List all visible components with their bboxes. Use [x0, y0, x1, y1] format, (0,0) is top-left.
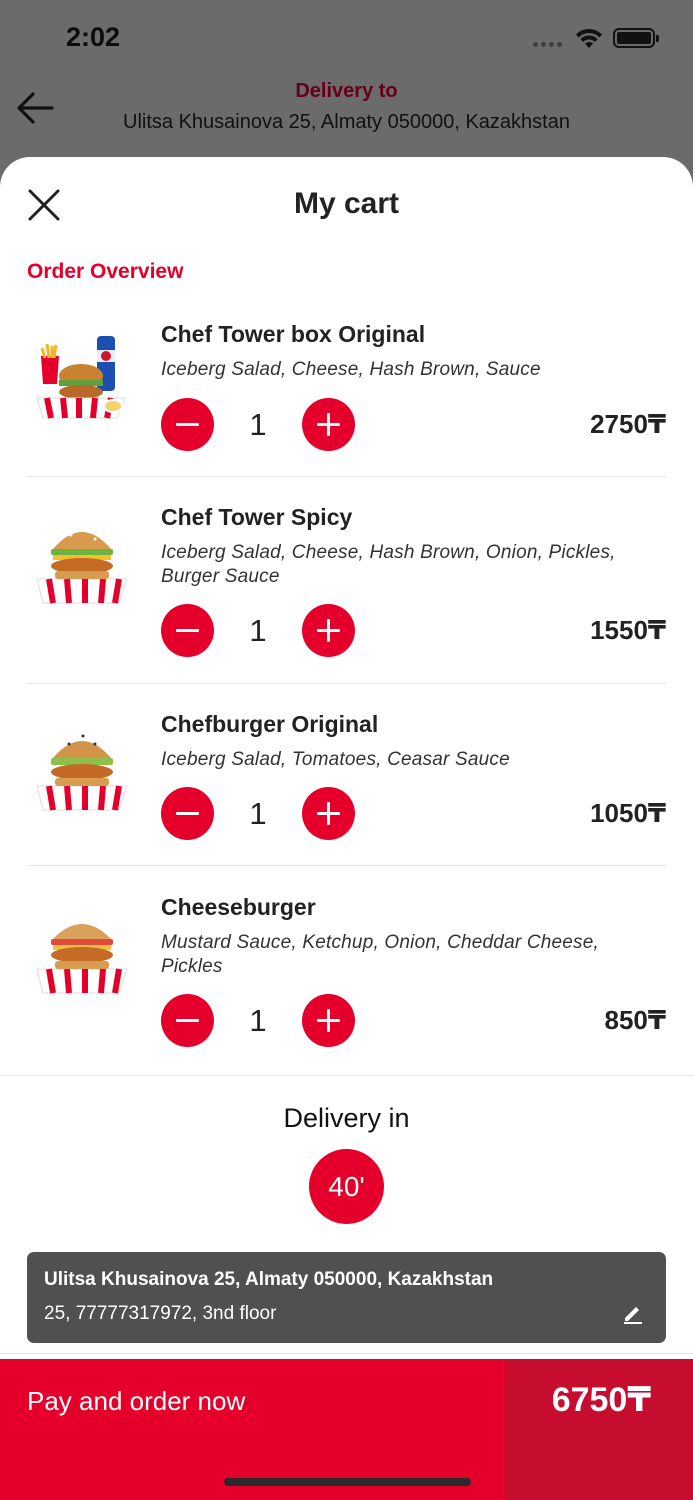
delivery-to-label: Delivery to: [295, 80, 398, 102]
home-indicator[interactable]: [224, 1478, 471, 1486]
wifi-icon: [576, 28, 602, 48]
item-name: Chefburger Original: [161, 711, 379, 737]
pay-button-label: Pay and order now: [27, 1386, 246, 1416]
cart-item: Chef Tower Spicy Iceberg Salad, Cheese, …: [27, 504, 666, 657]
increase-quantity-button[interactable]: [302, 787, 355, 840]
item-description: Iceberg Salad, Tomatoes, Ceasar Sauce: [161, 749, 510, 770]
item-price: 2750₸: [590, 409, 666, 439]
cellular-signal-icon: [533, 42, 562, 47]
item-divider: [27, 865, 666, 866]
item-quantity: 1: [249, 406, 267, 442]
status-bar: 2:02: [0, 0, 693, 78]
decrease-quantity-button[interactable]: [161, 398, 214, 451]
increase-quantity-button[interactable]: [302, 604, 355, 657]
delivery-address-details: 25, 77777317972, 3nd floor: [44, 1303, 277, 1324]
order-total-box: 6750₸: [505, 1359, 693, 1500]
status-time: 2:02: [66, 22, 121, 52]
battery-icon: [613, 28, 659, 48]
increase-quantity-button[interactable]: [302, 994, 355, 1047]
item-price: 1050₸: [590, 798, 666, 828]
quantity-stepper: 1: [161, 398, 355, 451]
decrease-quantity-button[interactable]: [161, 994, 214, 1047]
decrease-quantity-button[interactable]: [161, 787, 214, 840]
cart-item: Chefburger Original Iceberg Salad, Tomat…: [27, 711, 666, 841]
item-price: 850₸: [604, 1005, 666, 1035]
combo-box-meal-icon: [36, 336, 126, 419]
item-name: Chef Tower box Original: [161, 321, 426, 347]
quantity-stepper: 1: [161, 994, 355, 1047]
item-name: Cheeseburger: [161, 894, 316, 920]
burger-icon: [36, 924, 128, 994]
pencil-edit-icon[interactable]: [622, 1302, 644, 1324]
item-description: Iceberg Salad, Cheese, Hash Brown, Onion…: [161, 542, 616, 587]
section-divider: [0, 1353, 693, 1354]
item-description: Iceberg Salad, Cheese, Hash Brown, Sauce: [161, 359, 541, 380]
quantity-stepper: 1: [161, 604, 355, 657]
header-address[interactable]: Ulitsa Khusainova 25, Almaty 050000, Kaz…: [0, 111, 693, 134]
item-quantity: 1: [249, 1002, 267, 1038]
order-total: 6750₸: [551, 1381, 651, 1419]
delivery-address-card[interactable]: Ulitsa Khusainova 25, Almaty 050000, Kaz…: [27, 1252, 666, 1343]
delivery-in-label: Delivery in: [283, 1103, 410, 1133]
burger-icon: [36, 734, 128, 811]
item-divider: [27, 476, 666, 477]
burger-icon: [36, 527, 128, 604]
delivery-address: Ulitsa Khusainova 25, Almaty 050000, Kaz…: [44, 1269, 494, 1290]
item-divider: [27, 683, 666, 684]
cart-item: Chef Tower box Original Iceberg Salad, C…: [27, 321, 666, 451]
item-quantity: 1: [249, 795, 267, 831]
increase-quantity-button[interactable]: [302, 398, 355, 451]
delivery-eta-badge: 40': [309, 1149, 384, 1224]
page-title: My cart: [293, 187, 400, 220]
cart-item: Cheeseburger Mustard Sauce, Ketchup, Oni…: [27, 894, 666, 1047]
item-description: Mustard Sauce, Ketchup, Onion, Cheddar C…: [161, 932, 600, 977]
item-quantity: 1: [249, 612, 267, 648]
section-divider: [0, 1075, 693, 1076]
cart-sheet: My cart Order Overview Chef Tower box Or…: [0, 157, 693, 1500]
quantity-stepper: 1: [161, 787, 355, 840]
decrease-quantity-button[interactable]: [161, 604, 214, 657]
item-price: 1550₸: [590, 615, 666, 645]
item-name: Chef Tower Spicy: [161, 504, 353, 530]
order-overview-heading: Order Overview: [27, 260, 184, 283]
